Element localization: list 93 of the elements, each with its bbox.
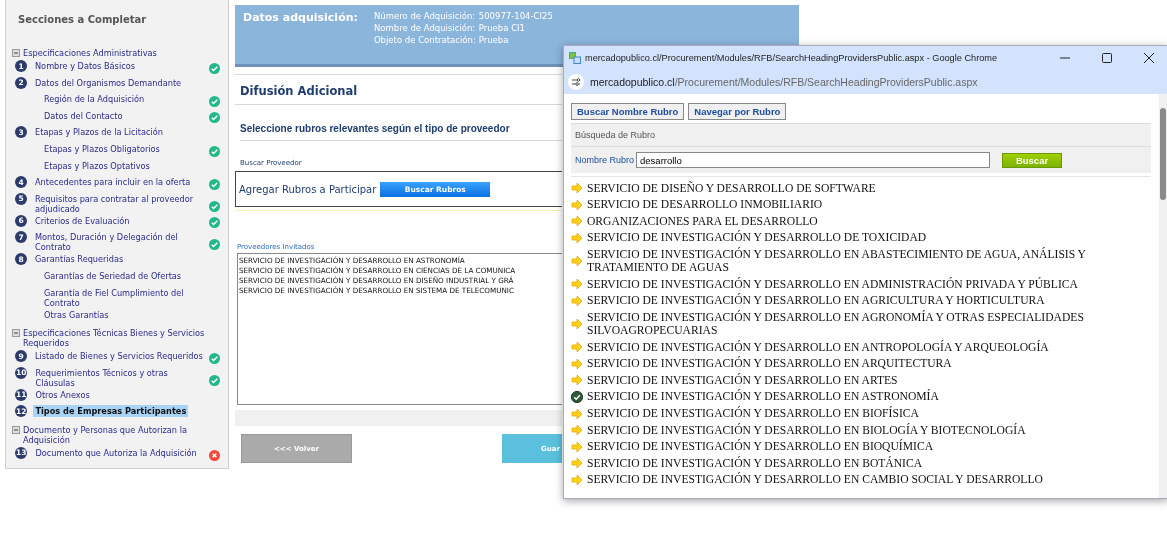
category-link[interactable]: SERVICIO DE DISEÑO Y DESARROLLO DE SOFTWARE <box>587 181 1151 195</box>
sidebar-title: Secciones a Completar <box>18 14 147 25</box>
sidebar-item[interactable]: Garantías de Seriedad de Ofertas <box>42 269 184 282</box>
category-link[interactable]: SERVICIO DE INVESTIGACIÓN Y DESARROLLO EN CAMBIO SOCIAL Y DESARROLLO <box>587 473 1151 487</box>
site-settings-icon[interactable] <box>568 74 584 90</box>
check-icon <box>209 239 220 251</box>
check-icon <box>209 145 220 157</box>
field-label: Nombre Rubro <box>575 155 635 165</box>
sidebar-item[interactable]: Datos del Organismos Demandante <box>33 76 184 89</box>
category-link[interactable]: SERVICIO DE INVESTIGACIÓN Y DESARROLLO EN AGRICULTURA Y HORTICULTURA <box>587 294 1151 308</box>
category-link[interactable]: ORGANIZACIONES PARA EL DESARROLLO <box>587 214 1151 229</box>
category-link[interactable]: SERVICIO DE INVESTIGACIÓN Y DESARROLLO EN BIOQUÍMICA <box>587 440 1151 454</box>
arrow-icon[interactable] <box>571 318 583 331</box>
check-icon <box>209 352 220 364</box>
header-title: Datos adquisición: <box>243 11 358 26</box>
check-icon <box>209 374 220 386</box>
sidebar-item[interactable]: Garantía de Fiel Cumplimiento del Contrato <box>42 286 220 309</box>
check-icon <box>209 178 220 190</box>
collapse-icon[interactable] <box>12 329 20 338</box>
sidebar-item[interactable]: Datos del Contacto <box>42 109 125 122</box>
group-heading[interactable]: Especificaciones Administrativas <box>23 48 157 58</box>
arrow-icon[interactable] <box>571 440 583 453</box>
group-heading[interactable]: Especificaciones Técnicas Bienes y Servicios Requeridos <box>23 328 228 349</box>
category-link[interactable]: SERVICIO DE INVESTIGACIÓN Y DESARROLLO EN BIOFÍSICA <box>587 407 1151 421</box>
arrow-icon[interactable] <box>571 198 583 211</box>
category-link[interactable]: SERVICIO DE INVESTIGACIÓN Y DESARROLLO EN AGRONOMÍA Y OTRAS ESPECIALIDADES SILVOAGROPECUARIAS <box>587 310 1151 338</box>
panel-title: Búsqueda de Rubro <box>571 124 1151 147</box>
check-icon <box>209 112 220 124</box>
category-link[interactable]: SERVICIO DE INVESTIGACIÓN Y DESARROLLO EN ADMINISTRACIÓN PRIVADA Y PÚBLICA <box>587 277 1151 291</box>
site-icon <box>569 52 581 64</box>
tab-button[interactable]: Navegar por Rubro <box>688 103 787 120</box>
field-label: Objeto de Contratación: <box>373 35 476 45</box>
sidebar-item[interactable]: Requerimientos Técnicos y otras Cláusulas <box>33 366 209 389</box>
arrow-icon[interactable] <box>571 457 583 470</box>
sidebar-item[interactable]: Tipos de Empresas Participantes <box>33 405 189 418</box>
add-label: Agregar Rubros a Participar <box>239 183 377 195</box>
sidebar-item[interactable]: Otros Anexos <box>33 388 92 401</box>
sidebar-item[interactable]: Documento que Autoriza la Adquisición <box>33 446 199 459</box>
invited-listbox[interactable] <box>237 253 562 405</box>
check-icon <box>209 95 220 107</box>
field-value: Prueba <box>478 35 510 45</box>
sidebar-item[interactable]: Criterios de Evaluación <box>33 214 132 227</box>
arrow-icon[interactable] <box>571 374 583 387</box>
arrow-icon[interactable] <box>571 473 583 486</box>
sidebar-item[interactable]: Antecedentes para incluir en la oferta <box>33 176 193 189</box>
sidebar-item[interactable]: Requisitos para contratar al proveedor adjudicado <box>33 192 209 215</box>
field-label: Nombre de Adquisición: <box>373 23 476 33</box>
check-icon <box>209 217 220 229</box>
arrow-icon[interactable] <box>571 278 583 291</box>
category-link[interactable]: SERVICIO DE INVESTIGACIÓN Y DESARROLLO EN ARTES <box>587 373 1151 388</box>
window-title: mercadopublico.cl/Procurement/Modules/RFB/SearchHeadingProvidersPublic.aspx - Google Chrome <box>585 53 999 63</box>
tab-button[interactable]: Buscar Nombre Rubro <box>571 103 685 120</box>
field-label: Número de Adquisición: <box>373 11 476 21</box>
field-value: 500977-104-CI25 <box>478 11 553 21</box>
error-icon <box>209 449 220 461</box>
category-link[interactable]: SERVICIO DE INVESTIGACIÓN Y DESARROLLO EN ARQUITECTURA <box>587 357 1151 371</box>
arrow-icon[interactable] <box>571 215 583 228</box>
category-link[interactable]: SERVICIO DE INVESTIGACIÓN Y DESARROLLO DE TOXICIDAD <box>587 231 1151 245</box>
collapse-icon[interactable] <box>12 425 20 434</box>
arrow-icon[interactable] <box>571 294 583 307</box>
scrollbar[interactable] <box>1159 94 1167 498</box>
sidebar-item[interactable]: Montos, Duración y Delegación del Contrato <box>33 231 209 254</box>
arrow-icon[interactable] <box>571 232 583 244</box>
arrow-icon[interactable] <box>571 424 583 437</box>
arrow-icon[interactable] <box>571 357 583 370</box>
category-link[interactable]: SERVICIO DE INVESTIGACIÓN Y DESARROLLO EN BOTÁNICA <box>587 456 1151 470</box>
category-link[interactable]: SERVICIO DE INVESTIGACIÓN Y DESARROLLO EN ASTRONOMÍA <box>587 390 1151 404</box>
close-icon[interactable] <box>1144 53 1154 63</box>
search-field[interactable]: desarrollo <box>636 152 991 168</box>
sidebar-item[interactable]: Nombre y Datos Básicos <box>33 60 137 72</box>
arrow-icon[interactable] <box>571 407 583 420</box>
category-link[interactable]: SERVICIO DE INVESTIGACIÓN Y DESARROLLO EN ANTROPOLOGÍA Y ARQUEOLOGÍA <box>587 340 1151 354</box>
maximize-icon[interactable] <box>1102 53 1112 63</box>
arrow-icon[interactable] <box>571 255 583 268</box>
sidebar-item[interactable]: Listado de Bienes y Servicios Requeridos <box>33 350 205 363</box>
category-link[interactable]: SERVICIO DE DESARROLLO INMOBILIARIO <box>587 198 1151 212</box>
sidebar-item[interactable]: Otras Garantías <box>42 308 111 321</box>
arrow-icon[interactable] <box>571 182 583 195</box>
group-heading[interactable]: Documento y Personas que Autorizan la Adquisición <box>23 424 228 445</box>
section-title: Difusión Adicional <box>240 84 358 98</box>
field-value: Prueba CI1 <box>478 23 526 33</box>
sidebar-item[interactable]: Etapas y Plazos de la Licitación <box>33 126 165 139</box>
sidebar-item[interactable]: Región de la Adquisición <box>42 93 147 106</box>
category-link[interactable]: SERVICIO DE INVESTIGACIÓN Y DESARROLLO EN ABASTECIMIENTO DE AGUA, ANÁLISIS Y TRATAMIENTO DE AGUAS <box>587 248 1151 275</box>
arrow-icon[interactable] <box>571 341 583 354</box>
sidebar-item[interactable]: Garantías Requeridas <box>33 253 126 266</box>
collapse-icon[interactable] <box>12 49 20 57</box>
category-link[interactable]: SERVICIO DE INVESTIGACIÓN Y DESARROLLO EN BIOLOGÍA Y BIOTECNOLOGÍA <box>587 423 1151 437</box>
check-icon <box>209 200 220 212</box>
sidebar-item[interactable]: Etapas y Plazos Obligatorios <box>42 142 162 155</box>
section-subtitle: Seleccione rubros relevantes según el tipo de proveedor <box>240 123 510 134</box>
check-icon <box>209 62 220 74</box>
sidebar-item[interactable]: Etapas y Plazos Optativos <box>42 159 152 172</box>
